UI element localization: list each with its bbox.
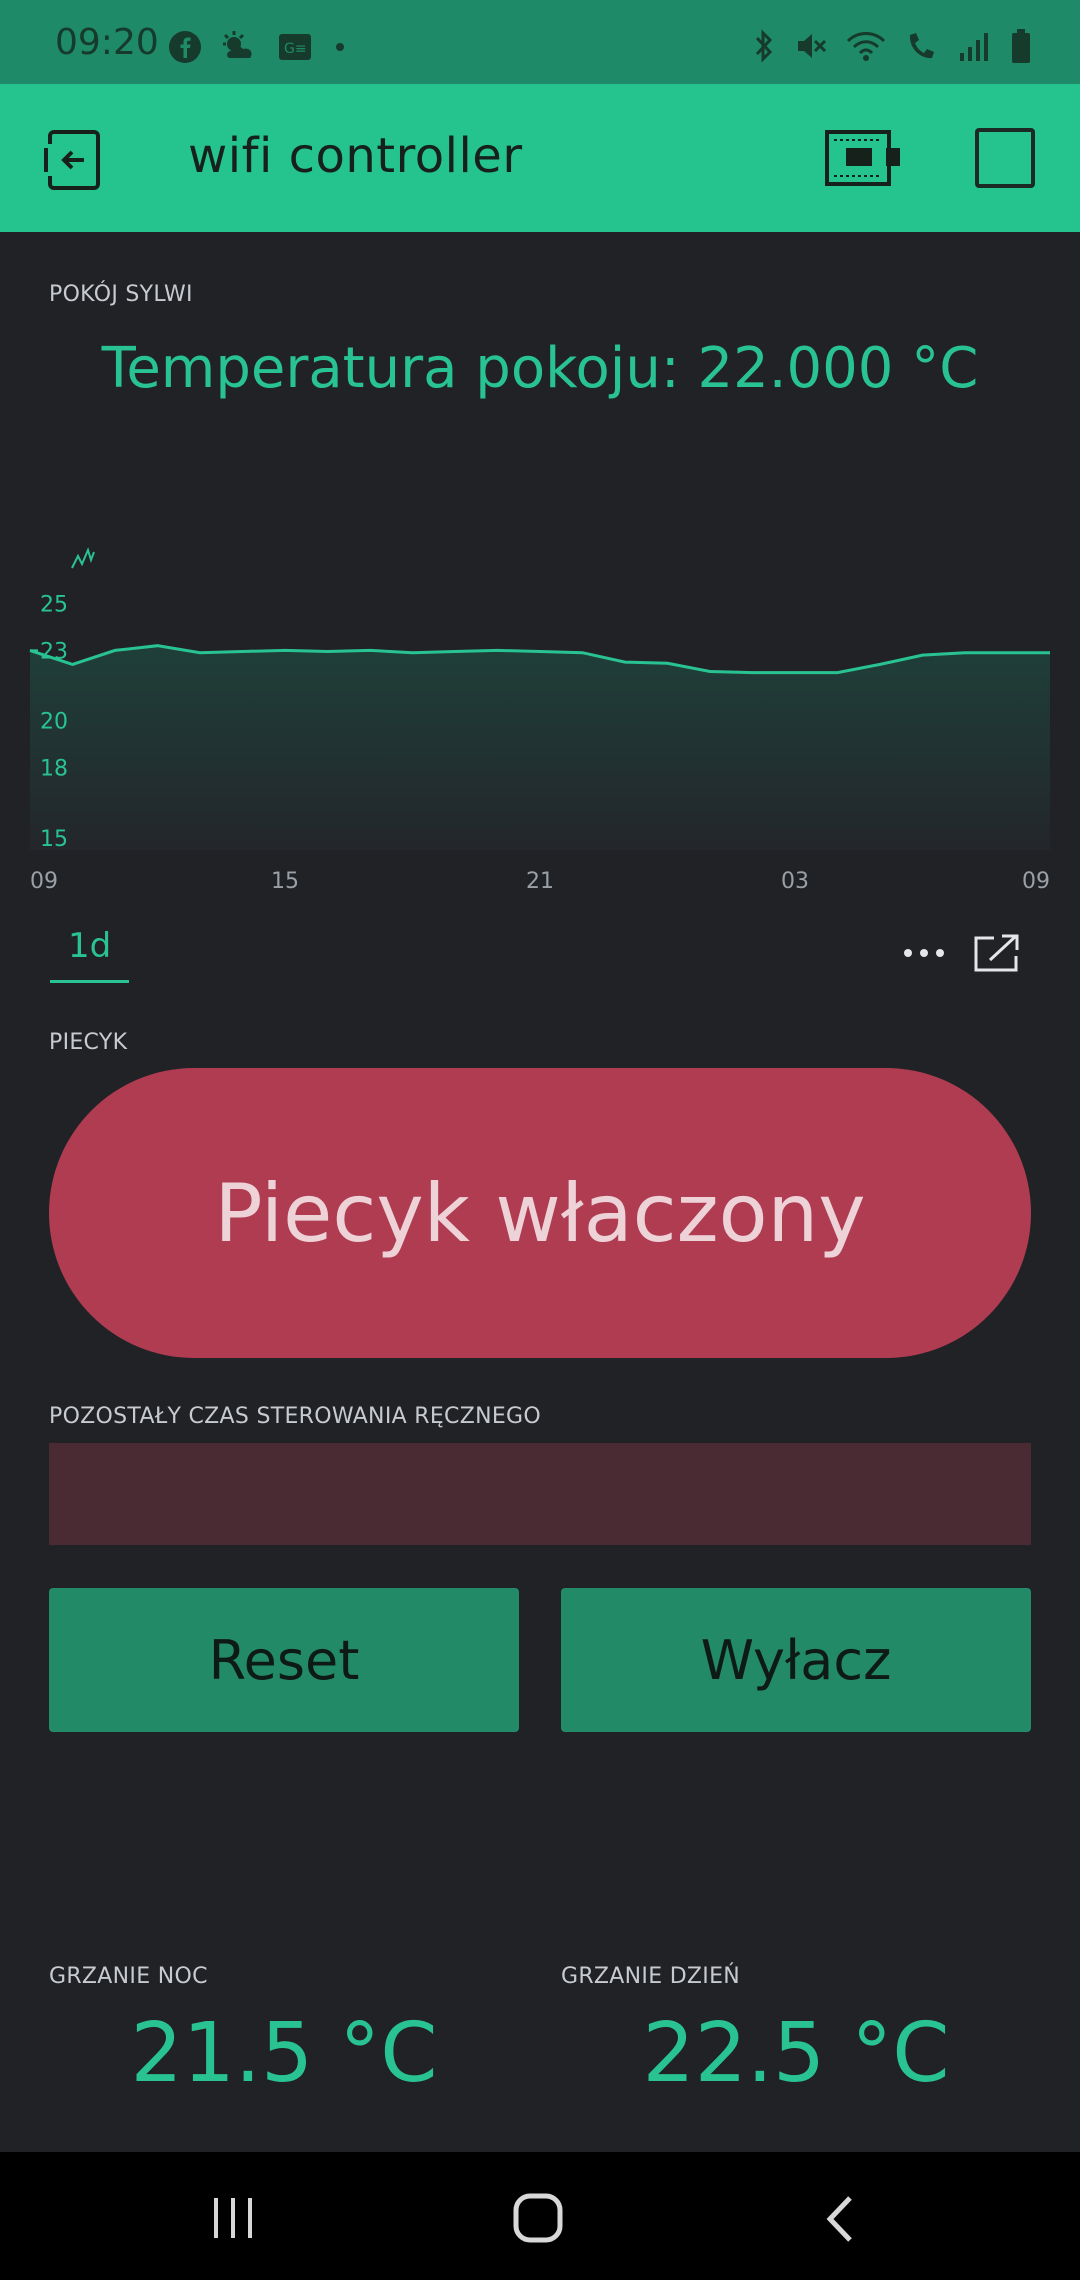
facebook-icon — [169, 31, 201, 63]
status-time: 09:20 — [55, 22, 159, 63]
news-icon: G≡ — [279, 34, 311, 60]
reset-button[interactable]: Reset — [49, 1588, 519, 1732]
navigation-bar — [0, 2152, 1080, 2280]
svg-text:G≡: G≡ — [284, 41, 307, 57]
status-right-icons — [752, 28, 1032, 64]
app-title: wifi controller — [188, 128, 523, 184]
chart-range-tabs: 1d — [50, 926, 130, 983]
heater-label: PIECYK — [49, 1030, 128, 1055]
more-icon[interactable] — [900, 938, 950, 968]
status-bar: 09:20 G≡ — [0, 0, 1080, 84]
bluetooth-icon — [755, 29, 773, 63]
chart-type-icon — [71, 547, 95, 569]
status-left-icons: G≡ — [168, 30, 350, 64]
off-button[interactable]: Wyłacz — [561, 1588, 1031, 1732]
tab-1d[interactable]: 1d — [50, 926, 130, 983]
mute-icon — [798, 34, 827, 58]
x-tick-label: 15 — [271, 869, 299, 894]
y-tick-label: 18 — [40, 757, 68, 782]
y-tick-label: 20 — [40, 710, 68, 735]
reset-button-label: Reset — [208, 1628, 360, 1692]
temperature-chart[interactable]: 25 23 20 18 15 09 15 21 03 09 — [0, 520, 1080, 900]
weather-icon — [223, 31, 252, 58]
day-heating-value: 22.5 °C — [642, 2006, 950, 2101]
app-bar: wifi controller — [0, 84, 1080, 232]
signal-icon — [960, 33, 988, 61]
night-heating-label: GRZANIE NOC — [49, 1964, 208, 1989]
y-tick-label: 23 — [40, 639, 68, 664]
back-icon[interactable] — [820, 2194, 860, 2244]
home-icon[interactable] — [512, 2192, 566, 2244]
night-heating-value: 21.5 °C — [130, 2006, 438, 2101]
heater-button-label: Piecyk właczony — [214, 1166, 866, 1260]
device-icon[interactable] — [824, 128, 902, 188]
x-tick-label: 09 — [1022, 869, 1050, 894]
room-temperature: Temperatura pokoju: 22.000 °C — [101, 336, 979, 401]
chart-area-fill — [30, 645, 1050, 850]
expand-icon[interactable] — [972, 932, 1022, 974]
day-heating-label: GRZANIE DZIEŃ — [561, 1964, 741, 1989]
x-tick-label: 21 — [526, 869, 554, 894]
off-button-label: Wyłacz — [700, 1628, 892, 1692]
manual-control-label: POZOSTAŁY CZAS STEROWANIA RĘCZNEGO — [49, 1404, 541, 1429]
wifi-call-icon — [909, 33, 934, 59]
y-tick-label: 25 — [40, 592, 68, 617]
dot-icon — [336, 43, 344, 51]
x-tick-label: 09 — [30, 869, 58, 894]
battery-icon — [1012, 29, 1030, 63]
room-label: POKÓJ SYLWI — [49, 282, 193, 307]
manual-control-progress-bar — [49, 1443, 1031, 1545]
recent-apps-icon[interactable] — [210, 2196, 256, 2240]
y-tick-label: 15 — [40, 827, 68, 852]
wifi-icon — [846, 32, 886, 61]
square-icon[interactable] — [975, 128, 1035, 188]
exit-icon[interactable] — [42, 128, 106, 192]
heater-toggle-button[interactable]: Piecyk właczony — [49, 1068, 1031, 1358]
x-tick-label: 03 — [781, 869, 809, 894]
